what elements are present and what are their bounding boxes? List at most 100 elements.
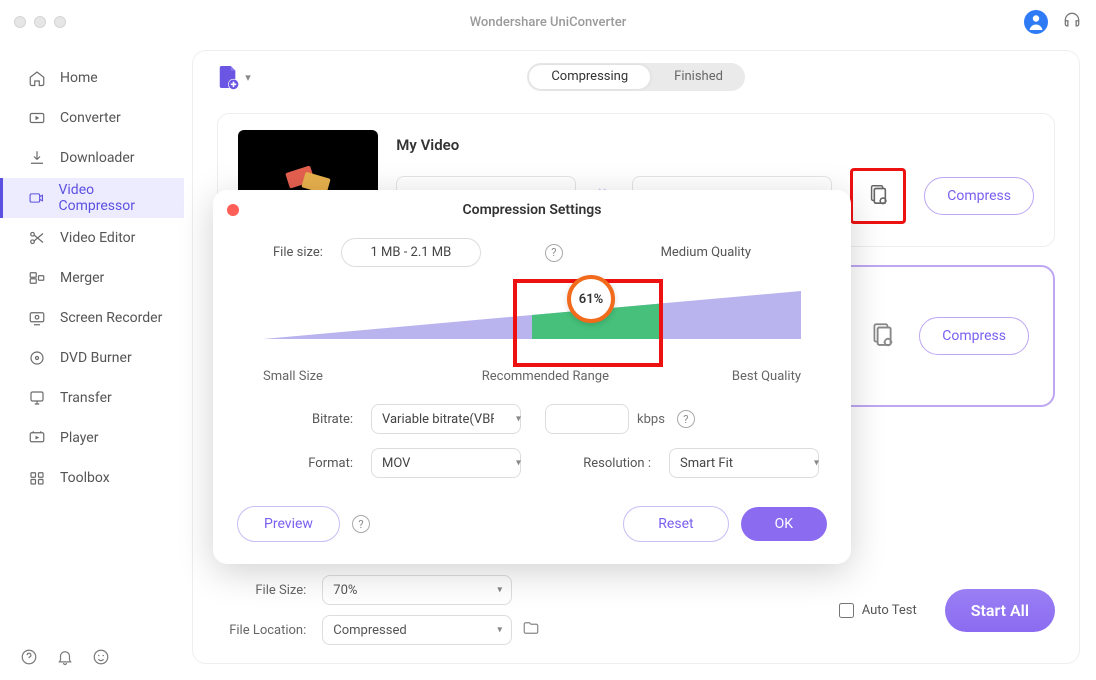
location-label: File Location:	[217, 623, 312, 638]
sidebar-item-transfer[interactable]: Transfer	[0, 378, 184, 418]
slider-labels: Small Size Recommended Range Best Qualit…	[263, 369, 801, 384]
sidebar-item-dvd-burner[interactable]: DVD Burner	[0, 338, 184, 378]
disc-icon	[28, 349, 46, 367]
sidebar-item-converter[interactable]: Converter	[0, 98, 184, 138]
reset-button[interactable]: Reset	[623, 506, 728, 542]
sidebar-item-video-compressor[interactable]: Video Compressor	[0, 178, 184, 218]
sidebar-item-label: Home	[60, 70, 98, 86]
traffic-zoom[interactable]	[54, 16, 66, 28]
quality-label: Medium Quality	[661, 245, 751, 260]
settings-gear-icon	[869, 321, 895, 347]
settings-gear-icon	[867, 183, 889, 205]
sidebar-item-label: Screen Recorder	[60, 310, 162, 326]
auto-test-checkbox[interactable]	[839, 603, 854, 618]
video-title: My Video	[396, 136, 1034, 154]
download-icon	[28, 149, 46, 167]
open-folder-button[interactable]	[522, 619, 540, 641]
help-icon[interactable]: ?	[352, 515, 370, 533]
sidebar-item-label: Player	[60, 430, 98, 446]
preview-button[interactable]: Preview	[237, 506, 340, 542]
slider-best-label: Best Quality	[732, 369, 801, 384]
sidebar-item-label: Video Compressor	[58, 182, 164, 214]
modal-footer: Preview ? Reset OK	[213, 484, 851, 548]
status-tabs: Compressing Finished	[527, 63, 745, 91]
toolbox-icon	[28, 469, 46, 487]
filesize-row: File size: 1 MB - 2.1 MB ? Medium Qualit…	[213, 230, 851, 271]
compress-button[interactable]: Compress	[919, 317, 1029, 355]
bell-icon[interactable]	[56, 648, 74, 666]
scissors-icon	[28, 229, 46, 247]
modal-close-button[interactable]	[227, 204, 239, 216]
converter-icon	[28, 109, 46, 127]
sidebar-item-label: Converter	[60, 110, 121, 126]
home-icon	[28, 69, 46, 87]
slider-track	[263, 285, 801, 341]
help-icon[interactable]: ?	[545, 244, 563, 262]
sidebar-item-toolbox[interactable]: Toolbox	[0, 458, 184, 498]
auto-test: Auto Test	[839, 603, 917, 618]
bitrate-input[interactable]	[545, 404, 629, 434]
bitrate-select[interactable]: Variable bitrate(VBR)	[371, 404, 521, 434]
recorder-icon	[28, 309, 46, 327]
sidebar: Home Converter Downloader Video Compress…	[0, 44, 184, 680]
slider-knob[interactable]: 61%	[567, 275, 615, 323]
compress-button[interactable]: Compress	[924, 177, 1034, 215]
settings-button-highlighted[interactable]	[850, 168, 906, 224]
file-add-icon	[217, 64, 239, 90]
tab-compressing[interactable]: Compressing	[529, 65, 650, 89]
titlebar-right	[1024, 10, 1082, 34]
traffic-close[interactable]	[14, 16, 26, 28]
merger-icon	[28, 269, 46, 287]
kbps-unit: kbps	[637, 412, 665, 427]
bitrate-label: Bitrate:	[277, 412, 357, 427]
start-all-button[interactable]: Start All	[945, 589, 1055, 632]
titlebar: Wondershare UniConverter	[0, 0, 1096, 44]
add-file-button[interactable]: ▾	[217, 64, 251, 90]
content-header: ▾ Compressing Finished	[193, 51, 1079, 103]
modal-title: Compression Settings	[463, 202, 602, 218]
help-icon[interactable]	[20, 648, 38, 666]
resolution-label: Resolution :	[545, 456, 655, 471]
avatar[interactable]	[1024, 10, 1048, 34]
auto-test-label: Auto Test	[862, 603, 917, 618]
settings-button[interactable]	[869, 321, 895, 351]
sidebar-item-downloader[interactable]: Downloader	[0, 138, 184, 178]
compressor-icon	[28, 189, 44, 207]
sidebar-bottom	[20, 648, 110, 666]
sidebar-item-label: Toolbox	[60, 470, 110, 486]
sidebar-item-label: Merger	[60, 270, 104, 286]
format-select[interactable]: MOV	[371, 448, 521, 478]
filesize-pill[interactable]: 1 MB - 2.1 MB	[341, 238, 481, 267]
filesize-label: File size:	[273, 245, 329, 260]
sidebar-item-video-editor[interactable]: Video Editor	[0, 218, 184, 258]
filesize-label: File Size:	[217, 583, 312, 598]
sidebar-item-merger[interactable]: Merger	[0, 258, 184, 298]
tab-finished[interactable]: Finished	[652, 65, 745, 89]
chevron-down-icon: ▾	[245, 71, 251, 84]
sidebar-item-label: Transfer	[60, 390, 112, 406]
slider-small-label: Small Size	[263, 369, 323, 384]
modal-header: Compression Settings	[213, 190, 851, 230]
settings-form: Bitrate: Variable bitrate(VBR) ▾ kbps ? …	[277, 404, 787, 478]
traffic-minimize[interactable]	[34, 16, 46, 28]
user-icon	[1024, 10, 1048, 34]
sidebar-item-screen-recorder[interactable]: Screen Recorder	[0, 298, 184, 338]
sidebar-item-label: Downloader	[60, 150, 135, 166]
compression-settings-modal: Compression Settings File size: 1 MB - 2…	[213, 190, 851, 564]
player-icon	[28, 429, 46, 447]
slider-rec-label: Recommended Range	[482, 369, 609, 384]
help-icon[interactable]: ?	[677, 410, 695, 428]
app-title: Wondershare UniConverter	[470, 15, 627, 30]
support-icon[interactable]	[1062, 10, 1082, 34]
resolution-select[interactable]: Smart Fit	[669, 448, 819, 478]
location-select[interactable]: Compressed	[322, 615, 512, 645]
format-label: Format:	[277, 456, 357, 471]
filesize-select[interactable]: 70%	[322, 575, 512, 605]
sidebar-item-home[interactable]: Home	[0, 58, 184, 98]
quality-slider[interactable]: 61%	[263, 285, 801, 363]
face-icon[interactable]	[92, 648, 110, 666]
sidebar-item-player[interactable]: Player	[0, 418, 184, 458]
transfer-icon	[28, 389, 46, 407]
window-controls	[14, 16, 66, 28]
ok-button[interactable]: OK	[741, 507, 827, 541]
